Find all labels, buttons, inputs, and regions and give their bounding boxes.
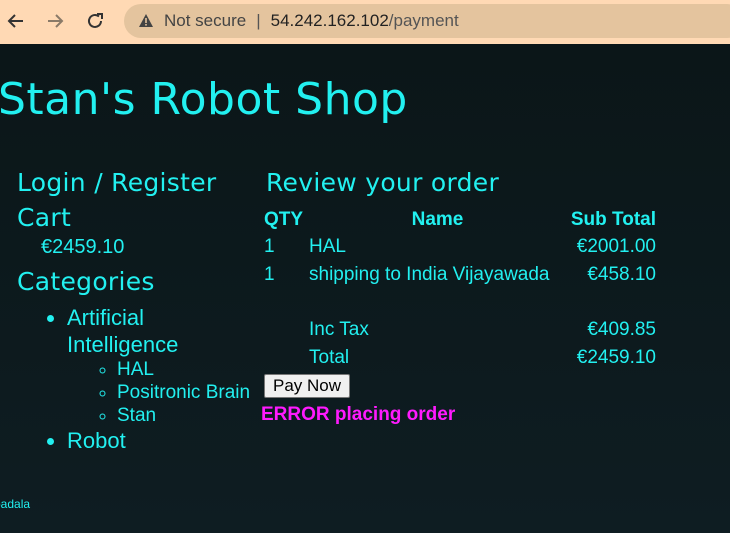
column-header-qty: QTY [264,209,304,230]
cart-link[interactable]: Cart [17,203,71,232]
table-row: 1 shipping to India Vijayawada €458.10 [264,261,656,289]
row-name: shipping to India Vijayawada [309,264,550,285]
product-link-positronic-brain[interactable]: Positronic Brain [117,382,250,403]
forward-arrow-icon[interactable] [42,8,68,34]
categories-heading: Categories [17,267,155,296]
browser-toolbar: Not secure | 54.242.162.102/payment [0,0,730,44]
pay-now-button[interactable]: Pay Now [264,374,351,398]
shop-title: Stan's Robot Shop [0,74,408,125]
total-value: €2459.10 [576,347,656,368]
product-item: Positronic Brain [117,381,257,404]
footer-text: padala [0,497,31,511]
back-arrow-icon[interactable] [3,8,29,34]
column-header-name: Name [411,209,464,230]
subcategory-list: HAL Positronic Brain Stan [67,358,257,427]
row-name: HAL [309,236,346,257]
url-path: /payment [388,11,459,30]
total-label: Total [309,347,350,368]
table-header-row: QTY Name Sub Total [264,207,656,233]
row-subtotal: €458.10 [587,264,656,285]
product-item: HAL [117,358,257,381]
tax-label: Inc Tax [309,319,369,340]
warning-icon[interactable] [138,13,154,29]
category-item: Artificial Intelligence HAL Positronic B… [67,304,257,427]
category-link-robot[interactable]: Robot [67,428,126,453]
product-link-stan[interactable]: Stan [117,405,156,426]
row-subtotal: €2001.00 [576,236,656,257]
order-table: QTY Name Sub Total 1 HAL €2001.00 1 ship… [264,207,656,372]
address-bar[interactable]: Not secure | 54.242.162.102/payment [124,4,730,38]
login-register-link[interactable]: Login / Register [17,168,217,197]
security-label: Not secure [164,11,247,30]
url-separator: | [256,11,261,30]
row-qty: 1 [264,264,275,285]
cart-total: €2459.10 [41,236,125,258]
category-link-artificial-intelligence[interactable]: Artificial Intelligence [67,305,178,357]
column-header-subtotal: Sub Total [570,209,656,230]
tax-row: Inc Tax €409.85 [264,316,656,344]
spacer-row [264,289,656,316]
tax-value: €409.85 [587,319,656,340]
page-content: Stan's Robot Shop Login / Register Cart … [0,44,730,533]
order-review: Review your order QTY Name Sub Total 1 H… [261,168,664,426]
reload-icon[interactable] [82,8,108,34]
category-list: Artificial Intelligence HAL Positronic B… [17,304,257,454]
category-item: Robot [67,427,257,454]
url-host: 54.242.162.102 [270,11,389,30]
error-message: ERROR placing order [261,404,456,425]
total-row: Total €2459.10 [264,344,656,372]
product-item: Stan [117,404,257,427]
table-row: 1 HAL €2001.00 [264,233,656,261]
order-heading: Review your order [266,168,500,197]
row-qty: 1 [264,236,275,257]
sidebar: Login / Register Cart €2459.10 Categorie… [17,168,257,454]
product-link-hal[interactable]: HAL [117,359,154,380]
